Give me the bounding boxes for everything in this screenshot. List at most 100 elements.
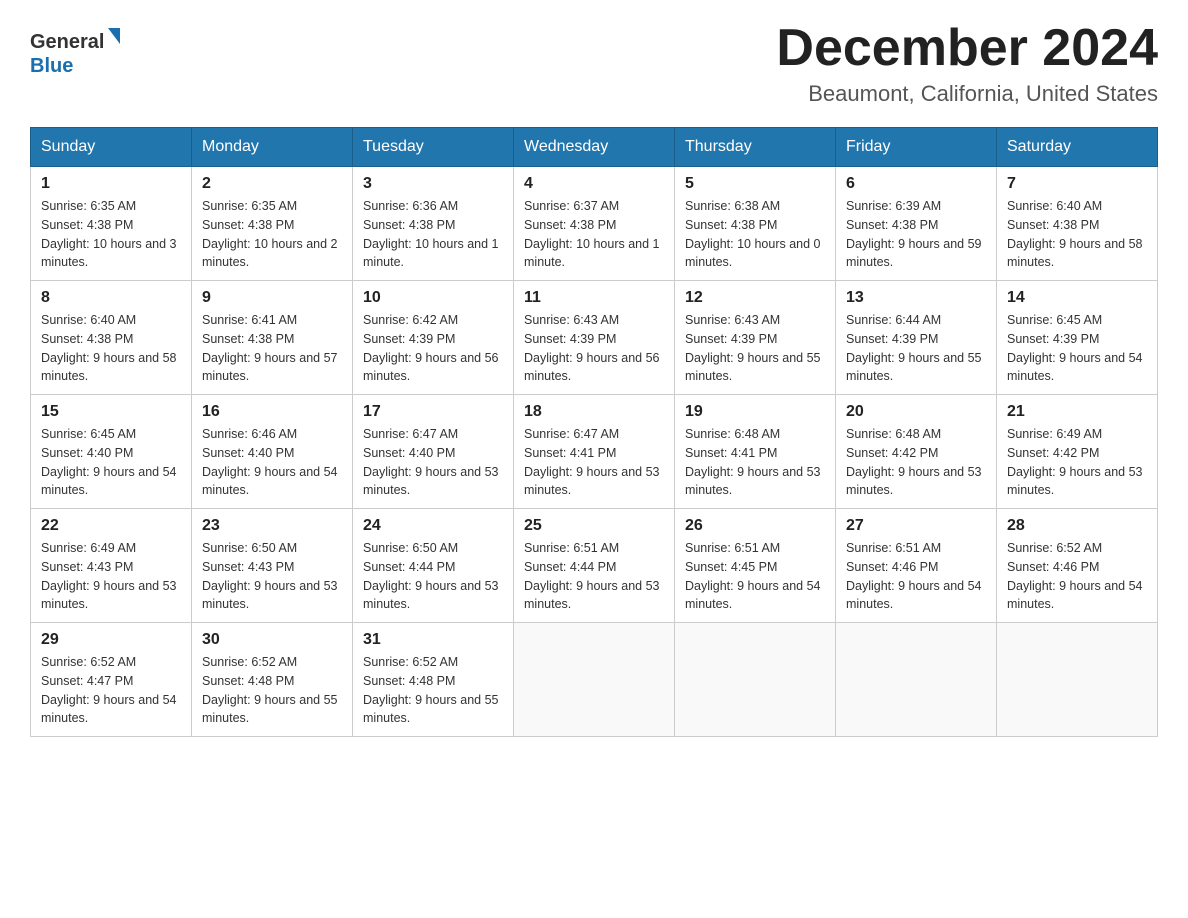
day-number: 27 <box>846 517 986 535</box>
day-info: Sunrise: 6:39 AM Sunset: 4:38 PM Dayligh… <box>846 197 986 272</box>
day-info: Sunrise: 6:38 AM Sunset: 4:38 PM Dayligh… <box>685 197 825 272</box>
calendar-week-1: 1 Sunrise: 6:35 AM Sunset: 4:38 PM Dayli… <box>31 167 1158 281</box>
day-header-tuesday: Tuesday <box>353 128 514 167</box>
day-number: 25 <box>524 517 664 535</box>
calendar-cell: 29 Sunrise: 6:52 AM Sunset: 4:47 PM Dayl… <box>31 623 192 737</box>
day-info: Sunrise: 6:41 AM Sunset: 4:38 PM Dayligh… <box>202 311 342 386</box>
calendar-cell: 20 Sunrise: 6:48 AM Sunset: 4:42 PM Dayl… <box>836 395 997 509</box>
calendar-cell: 13 Sunrise: 6:44 AM Sunset: 4:39 PM Dayl… <box>836 281 997 395</box>
day-number: 9 <box>202 289 342 307</box>
day-number: 2 <box>202 175 342 193</box>
day-number: 5 <box>685 175 825 193</box>
day-info: Sunrise: 6:37 AM Sunset: 4:38 PM Dayligh… <box>524 197 664 272</box>
day-info: Sunrise: 6:43 AM Sunset: 4:39 PM Dayligh… <box>685 311 825 386</box>
day-number: 12 <box>685 289 825 307</box>
day-info: Sunrise: 6:49 AM Sunset: 4:42 PM Dayligh… <box>1007 425 1147 500</box>
calendar-cell: 19 Sunrise: 6:48 AM Sunset: 4:41 PM Dayl… <box>675 395 836 509</box>
calendar-week-2: 8 Sunrise: 6:40 AM Sunset: 4:38 PM Dayli… <box>31 281 1158 395</box>
day-number: 3 <box>363 175 503 193</box>
day-number: 22 <box>41 517 181 535</box>
page-header: General Blue December 2024 Beaumont, Cal… <box>30 20 1158 107</box>
calendar-cell: 5 Sunrise: 6:38 AM Sunset: 4:38 PM Dayli… <box>675 167 836 281</box>
calendar-header-row: SundayMondayTuesdayWednesdayThursdayFrid… <box>31 128 1158 167</box>
day-info: Sunrise: 6:51 AM Sunset: 4:45 PM Dayligh… <box>685 539 825 614</box>
calendar-cell: 15 Sunrise: 6:45 AM Sunset: 4:40 PM Dayl… <box>31 395 192 509</box>
calendar-cell: 23 Sunrise: 6:50 AM Sunset: 4:43 PM Dayl… <box>192 509 353 623</box>
logo-svg: General Blue <box>30 20 120 80</box>
calendar-cell: 30 Sunrise: 6:52 AM Sunset: 4:48 PM Dayl… <box>192 623 353 737</box>
day-number: 7 <box>1007 175 1147 193</box>
day-info: Sunrise: 6:48 AM Sunset: 4:41 PM Dayligh… <box>685 425 825 500</box>
day-info: Sunrise: 6:52 AM Sunset: 4:48 PM Dayligh… <box>202 653 342 728</box>
calendar-cell <box>675 623 836 737</box>
calendar-cell: 11 Sunrise: 6:43 AM Sunset: 4:39 PM Dayl… <box>514 281 675 395</box>
day-info: Sunrise: 6:40 AM Sunset: 4:38 PM Dayligh… <box>1007 197 1147 272</box>
calendar-cell: 6 Sunrise: 6:39 AM Sunset: 4:38 PM Dayli… <box>836 167 997 281</box>
day-number: 24 <box>363 517 503 535</box>
calendar-cell: 22 Sunrise: 6:49 AM Sunset: 4:43 PM Dayl… <box>31 509 192 623</box>
day-number: 26 <box>685 517 825 535</box>
location-title: Beaumont, California, United States <box>776 81 1158 107</box>
day-number: 17 <box>363 403 503 421</box>
calendar-table: SundayMondayTuesdayWednesdayThursdayFrid… <box>30 127 1158 737</box>
calendar-week-5: 29 Sunrise: 6:52 AM Sunset: 4:47 PM Dayl… <box>31 623 1158 737</box>
calendar-week-3: 15 Sunrise: 6:45 AM Sunset: 4:40 PM Dayl… <box>31 395 1158 509</box>
day-header-friday: Friday <box>836 128 997 167</box>
calendar-cell: 18 Sunrise: 6:47 AM Sunset: 4:41 PM Dayl… <box>514 395 675 509</box>
day-info: Sunrise: 6:44 AM Sunset: 4:39 PM Dayligh… <box>846 311 986 386</box>
day-info: Sunrise: 6:50 AM Sunset: 4:43 PM Dayligh… <box>202 539 342 614</box>
day-info: Sunrise: 6:48 AM Sunset: 4:42 PM Dayligh… <box>846 425 986 500</box>
day-number: 11 <box>524 289 664 307</box>
day-info: Sunrise: 6:40 AM Sunset: 4:38 PM Dayligh… <box>41 311 181 386</box>
day-info: Sunrise: 6:42 AM Sunset: 4:39 PM Dayligh… <box>363 311 503 386</box>
day-header-wednesday: Wednesday <box>514 128 675 167</box>
calendar-cell: 4 Sunrise: 6:37 AM Sunset: 4:38 PM Dayli… <box>514 167 675 281</box>
calendar-cell: 16 Sunrise: 6:46 AM Sunset: 4:40 PM Dayl… <box>192 395 353 509</box>
month-title: December 2024 <box>776 20 1158 77</box>
day-info: Sunrise: 6:35 AM Sunset: 4:38 PM Dayligh… <box>41 197 181 272</box>
calendar-cell <box>836 623 997 737</box>
day-number: 8 <box>41 289 181 307</box>
day-header-sunday: Sunday <box>31 128 192 167</box>
day-header-thursday: Thursday <box>675 128 836 167</box>
svg-text:Blue: Blue <box>30 55 73 77</box>
day-number: 10 <box>363 289 503 307</box>
calendar-cell: 10 Sunrise: 6:42 AM Sunset: 4:39 PM Dayl… <box>353 281 514 395</box>
day-number: 30 <box>202 631 342 649</box>
calendar-cell: 7 Sunrise: 6:40 AM Sunset: 4:38 PM Dayli… <box>997 167 1158 281</box>
day-number: 31 <box>363 631 503 649</box>
day-info: Sunrise: 6:47 AM Sunset: 4:41 PM Dayligh… <box>524 425 664 500</box>
day-number: 16 <box>202 403 342 421</box>
calendar-cell: 8 Sunrise: 6:40 AM Sunset: 4:38 PM Dayli… <box>31 281 192 395</box>
calendar-cell: 25 Sunrise: 6:51 AM Sunset: 4:44 PM Dayl… <box>514 509 675 623</box>
calendar-week-4: 22 Sunrise: 6:49 AM Sunset: 4:43 PM Dayl… <box>31 509 1158 623</box>
day-number: 15 <box>41 403 181 421</box>
calendar-cell: 1 Sunrise: 6:35 AM Sunset: 4:38 PM Dayli… <box>31 167 192 281</box>
day-header-saturday: Saturday <box>997 128 1158 167</box>
day-info: Sunrise: 6:52 AM Sunset: 4:46 PM Dayligh… <box>1007 539 1147 614</box>
calendar-cell: 3 Sunrise: 6:36 AM Sunset: 4:38 PM Dayli… <box>353 167 514 281</box>
calendar-cell: 28 Sunrise: 6:52 AM Sunset: 4:46 PM Dayl… <box>997 509 1158 623</box>
calendar-cell: 21 Sunrise: 6:49 AM Sunset: 4:42 PM Dayl… <box>997 395 1158 509</box>
day-header-monday: Monday <box>192 128 353 167</box>
day-number: 20 <box>846 403 986 421</box>
day-info: Sunrise: 6:52 AM Sunset: 4:47 PM Dayligh… <box>41 653 181 728</box>
svg-text:General: General <box>30 31 104 53</box>
day-number: 21 <box>1007 403 1147 421</box>
day-number: 4 <box>524 175 664 193</box>
logo: General Blue <box>30 20 120 80</box>
calendar-cell: 26 Sunrise: 6:51 AM Sunset: 4:45 PM Dayl… <box>675 509 836 623</box>
day-info: Sunrise: 6:35 AM Sunset: 4:38 PM Dayligh… <box>202 197 342 272</box>
day-number: 6 <box>846 175 986 193</box>
day-info: Sunrise: 6:50 AM Sunset: 4:44 PM Dayligh… <box>363 539 503 614</box>
calendar-cell: 2 Sunrise: 6:35 AM Sunset: 4:38 PM Dayli… <box>192 167 353 281</box>
day-info: Sunrise: 6:52 AM Sunset: 4:48 PM Dayligh… <box>363 653 503 728</box>
day-number: 28 <box>1007 517 1147 535</box>
day-number: 18 <box>524 403 664 421</box>
day-number: 29 <box>41 631 181 649</box>
day-info: Sunrise: 6:49 AM Sunset: 4:43 PM Dayligh… <box>41 539 181 614</box>
calendar-cell: 14 Sunrise: 6:45 AM Sunset: 4:39 PM Dayl… <box>997 281 1158 395</box>
day-info: Sunrise: 6:47 AM Sunset: 4:40 PM Dayligh… <box>363 425 503 500</box>
day-number: 23 <box>202 517 342 535</box>
day-number: 13 <box>846 289 986 307</box>
